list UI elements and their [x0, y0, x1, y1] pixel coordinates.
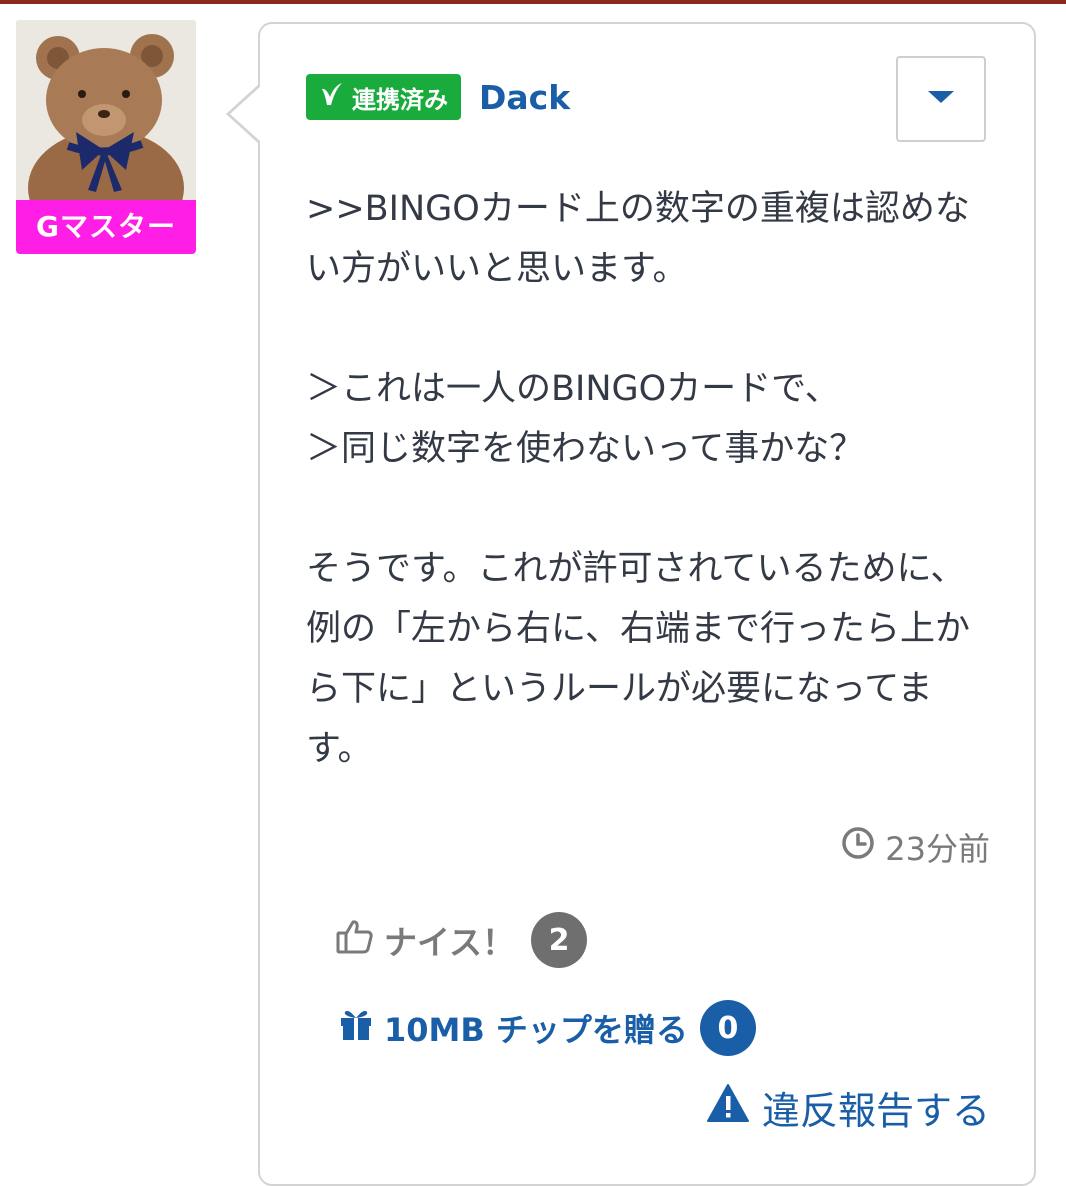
username-link[interactable]: Dack	[479, 78, 570, 117]
comment-header: 連携済み Dack	[306, 74, 570, 120]
linked-badge: 連携済み	[306, 74, 461, 120]
thumbs-up-icon	[336, 918, 374, 962]
gift-icon	[338, 1006, 374, 1050]
tip-count-badge: 0	[699, 1000, 756, 1056]
warning-icon	[706, 1083, 750, 1132]
comment-body: >>BINGOカード上の数字の重複は認めない方がいいと思います。 ＞これは一人の…	[306, 189, 970, 769]
timestamp: 23分前	[841, 824, 990, 870]
time-label: 23分前	[885, 830, 990, 868]
report-label: 違反報告する	[761, 1089, 990, 1133]
caret-down-icon	[926, 89, 956, 109]
nice-label: ナイス！	[384, 923, 516, 962]
send-tip-button[interactable]: 10MB チップを贈る 0	[338, 1000, 756, 1056]
nice-count-badge: 2	[531, 912, 588, 968]
rank-badge: Gマスター	[16, 200, 196, 254]
top-border	[0, 0, 1066, 4]
speech-caret-fill	[230, 86, 261, 142]
clock-icon	[841, 826, 875, 868]
tip-label: 10MB チップを贈る	[384, 1011, 688, 1049]
dropdown-menu-button[interactable]	[896, 56, 986, 142]
user-avatar-block[interactable]: Gマスター	[16, 20, 196, 254]
nice-button[interactable]: ナイス！ 2	[336, 912, 588, 968]
linked-label: 連携済み	[352, 85, 448, 114]
check-icon	[318, 80, 346, 114]
report-link[interactable]: 違反報告する	[706, 1080, 990, 1135]
comment-card: 連携済み Dack >>BINGOカード上の数字の重複は認めない方がいいと思いま…	[258, 22, 1036, 1186]
avatar[interactable]	[16, 20, 196, 200]
